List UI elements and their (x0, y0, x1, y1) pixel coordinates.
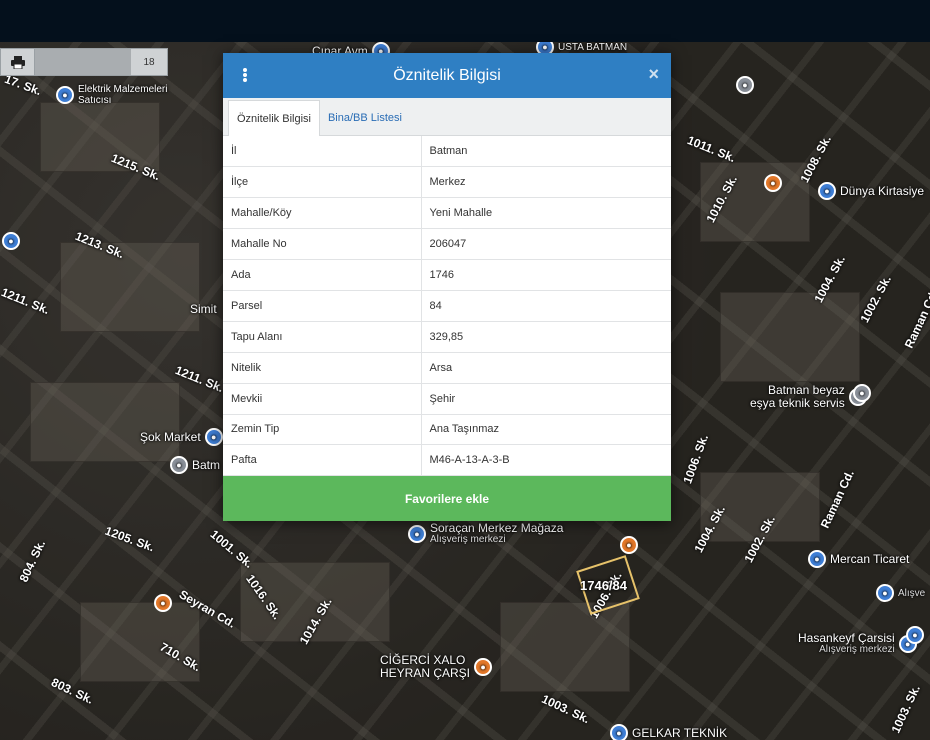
print-field[interactable] (35, 49, 131, 75)
top-bar (0, 0, 930, 42)
row-value: Merkez (421, 166, 671, 199)
row-value: Şehir (421, 383, 671, 415)
add-favorite-button[interactable]: Favorilere ekle (223, 476, 671, 521)
shopping-cart-icon: ● (808, 550, 826, 568)
graduation-cap-icon: ● (736, 76, 754, 94)
table-row: Mevkii Şehir (223, 383, 671, 415)
dialog-tabs: Öznitelik Bilgisi Bina/BB Listesi (223, 98, 671, 136)
table-row: Zemin Tip Ana Taşınmaz (223, 414, 671, 446)
poi-pin[interactable]: ● (2, 232, 20, 250)
poi-elektrik[interactable]: ● Elektrik Malzemeleri Satıcısı (56, 84, 178, 106)
poi-cigerci[interactable]: CİĞERCİ XALO HEYRAN ÇARŞI ● (380, 654, 493, 680)
row-value: Batman (421, 136, 671, 168)
print-count: 18 (143, 56, 155, 68)
kebab-menu-icon[interactable] (237, 65, 253, 85)
poi-soracan[interactable]: ● Soraçan Merkez Mağaza Alışveriş merkez… (408, 522, 563, 546)
poi-restaurant[interactable]: ● (620, 536, 638, 554)
poi-simit[interactable]: Simit (190, 302, 217, 316)
row-key: Ada (223, 259, 422, 291)
tab-bina-bb[interactable]: Bina/BB Listesi (320, 100, 410, 135)
lock-pin-icon: ● (2, 232, 20, 250)
poi-hasankeyf[interactable]: ● Hasankeyf Çarsisi Alışveriş merkezi (798, 632, 917, 656)
table-row: Ada 1746 (223, 259, 671, 291)
poi-cafe[interactable]: ● (154, 594, 172, 612)
table-row: Pafta M46-A-13-A-3-B (223, 444, 671, 477)
print-toolbar: 18 (0, 48, 168, 76)
attribute-info-dialog: Öznitelik Bilgisi × Öznitelik Bilgisi Bi… (223, 53, 671, 521)
poi-gelkar[interactable]: ● GELKAR TEKNİK (610, 724, 727, 740)
print-button[interactable] (1, 49, 35, 75)
row-value: 206047 (421, 228, 671, 261)
poi-batm[interactable]: ● Batm (170, 456, 220, 474)
lock-pin-icon: ● (876, 584, 894, 602)
row-value: Yeni Mahalle (421, 197, 671, 230)
close-icon[interactable]: × (648, 64, 659, 85)
row-value: Arsa (421, 352, 671, 384)
lock-pin-icon: ● (56, 86, 74, 104)
row-value: 329,85 (421, 321, 671, 353)
poi-pin[interactable]: ● (906, 626, 924, 644)
table-row: Nitelik Arsa (223, 352, 671, 384)
row-key: Nitelik (223, 352, 422, 384)
lock-pin-icon: ● (610, 724, 628, 740)
row-key: Mahalle/Köy (223, 197, 422, 230)
lock-pin-icon: ● (204, 428, 223, 446)
lock-pin-icon: ● (906, 626, 924, 644)
poi-restaurant[interactable]: ● (764, 174, 782, 192)
tab-oznitelik[interactable]: Öznitelik Bilgisi (228, 100, 320, 136)
lock-pin-icon: ● (408, 525, 426, 543)
row-value: 84 (421, 290, 671, 322)
row-key: Parsel (223, 290, 422, 322)
printer-icon (10, 55, 25, 69)
table-row: Parsel 84 (223, 290, 671, 322)
table-row: İlçe Merkez (223, 166, 671, 199)
circle-pin-icon: ● (853, 384, 871, 402)
table-row: Mahalle No 206047 (223, 228, 671, 261)
poi-dunya[interactable]: ● Dünya Kirtasiye (818, 182, 924, 200)
row-key: İlçe (223, 166, 422, 199)
poi-mercan[interactable]: ● Mercan Ticaret (808, 550, 909, 568)
row-key: Pafta (223, 444, 422, 477)
table-row: Tapu Alanı 329,85 (223, 321, 671, 353)
poi-sok-market[interactable]: ● Şok Market (140, 428, 223, 446)
poi-alisveris[interactable]: ● Alışve (876, 584, 925, 602)
dialog-title: Öznitelik Bilgisi (393, 66, 501, 84)
row-key: İl (223, 136, 422, 168)
dialog-header: Öznitelik Bilgisi × (223, 53, 671, 98)
fork-knife-icon: ● (764, 174, 782, 192)
row-value: 1746 (421, 259, 671, 291)
row-value: M46-A-13-A-3-B (421, 444, 671, 477)
table-row: İl Batman (223, 136, 671, 168)
lock-pin-icon: ● (818, 182, 836, 200)
fork-knife-icon: ● (474, 658, 493, 676)
row-key: Tapu Alanı (223, 321, 422, 353)
circle-pin-icon: ● (170, 456, 188, 474)
coffee-icon: ● (154, 594, 172, 612)
parcel-label: 1746/84 (580, 578, 627, 593)
fork-knife-icon: ● (620, 536, 638, 554)
row-key: Zemin Tip (223, 414, 422, 446)
row-value: Ana Taşınmaz (421, 414, 671, 446)
table-row: Mahalle/Köy Yeni Mahalle (223, 197, 671, 230)
row-key: Mahalle No (223, 228, 422, 261)
poi-gray[interactable]: ● (736, 76, 754, 94)
poi-pin[interactable]: ● (853, 384, 871, 402)
row-key: Mevkii (223, 383, 422, 415)
attribute-table: İl Batman İlçe Merkez Mahalle/Köy Yeni Maha… (223, 136, 671, 477)
poi-batman-beyaz[interactable]: ● Batman beyaz eşya teknik servis (750, 384, 867, 410)
